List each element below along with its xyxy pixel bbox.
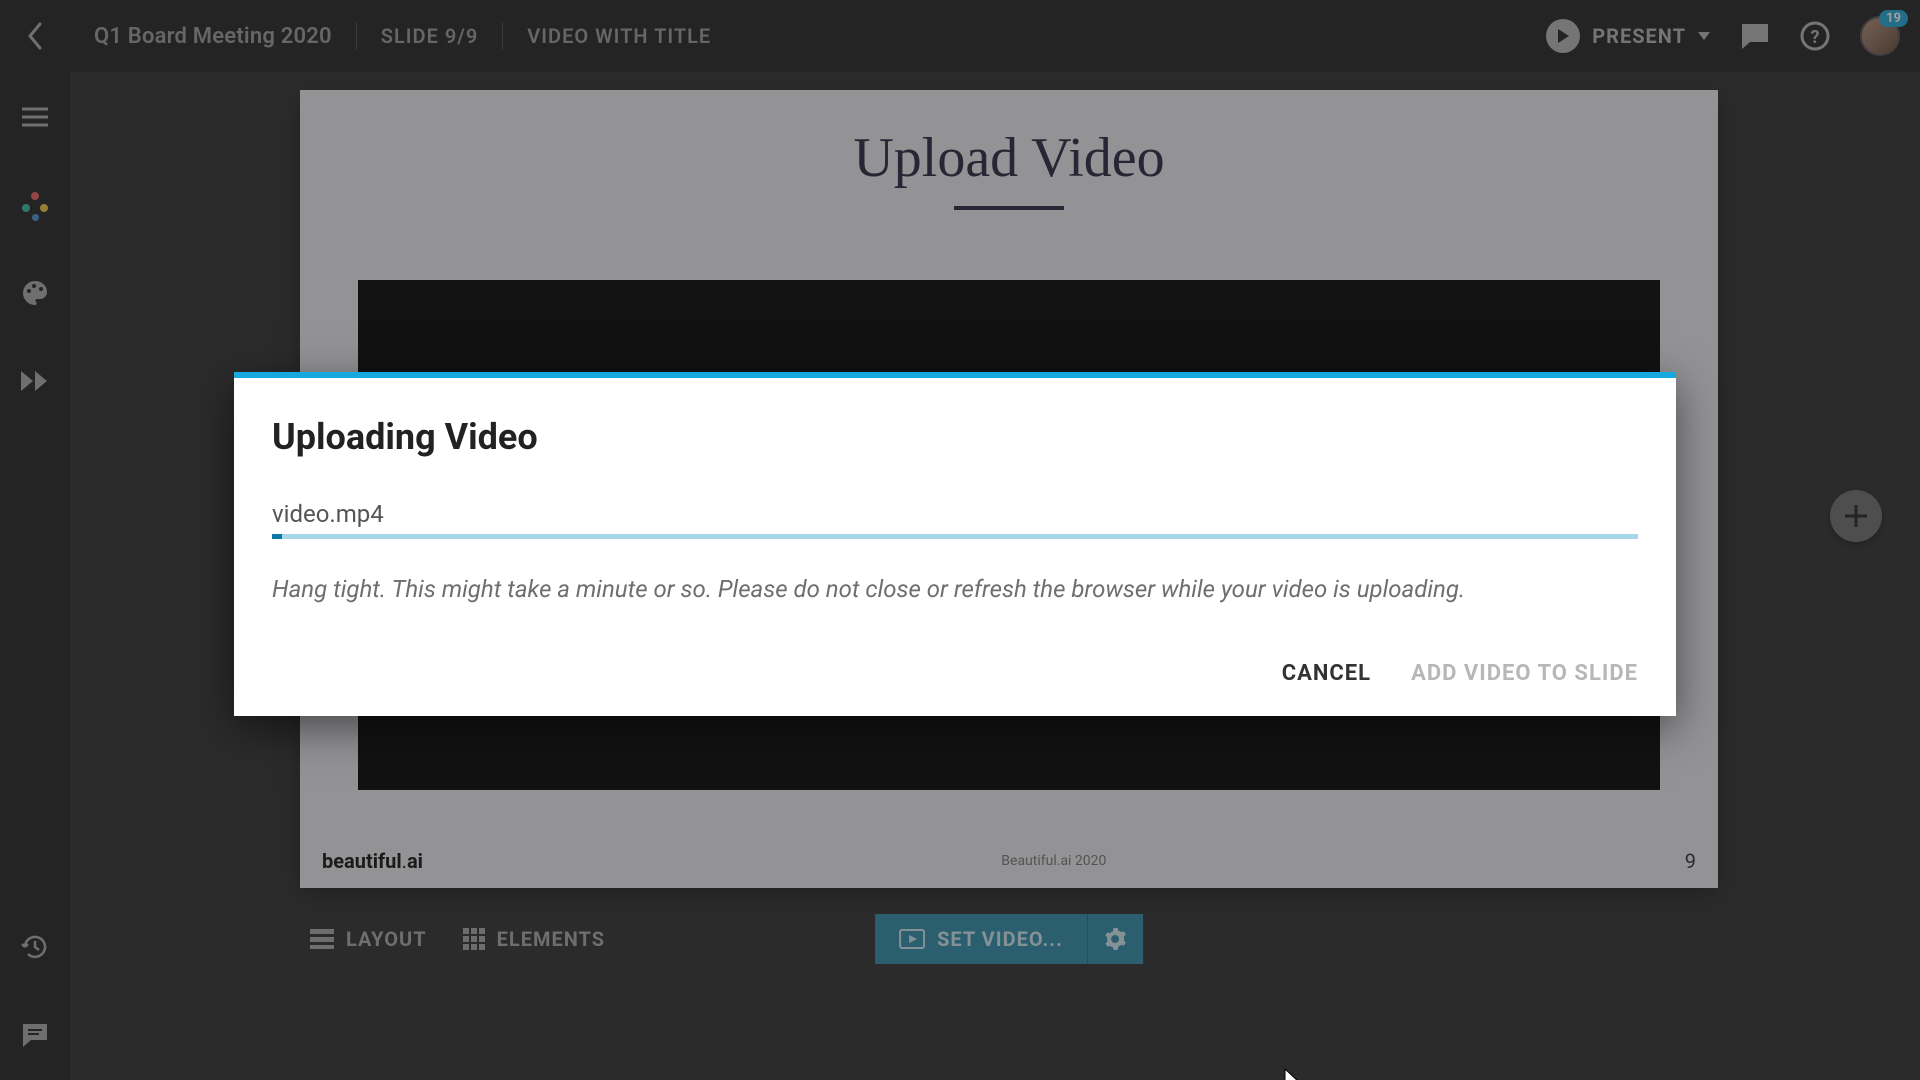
cancel-button[interactable]: CANCEL — [1282, 661, 1371, 686]
app-root: Q1 Board Meeting 2020 SLIDE 9/9 VIDEO WI… — [0, 0, 1920, 1080]
upload-filename: video.mp4 — [272, 500, 1638, 528]
progress-bar — [272, 534, 1638, 539]
progress-fill — [272, 534, 282, 539]
modal-overlay-top — [0, 0, 1920, 72]
add-video-to-slide-button: ADD VIDEO TO SLIDE — [1411, 661, 1638, 686]
mouse-cursor — [1284, 1068, 1302, 1080]
upload-modal: Uploading Video video.mp4 Hang tight. Th… — [234, 372, 1676, 716]
upload-hint: Hang tight. This might take a minute or … — [272, 575, 1638, 603]
modal-title: Uploading Video — [272, 416, 1638, 458]
modal-overlay-left — [0, 72, 70, 1080]
modal-actions: CANCEL ADD VIDEO TO SLIDE — [272, 661, 1638, 686]
